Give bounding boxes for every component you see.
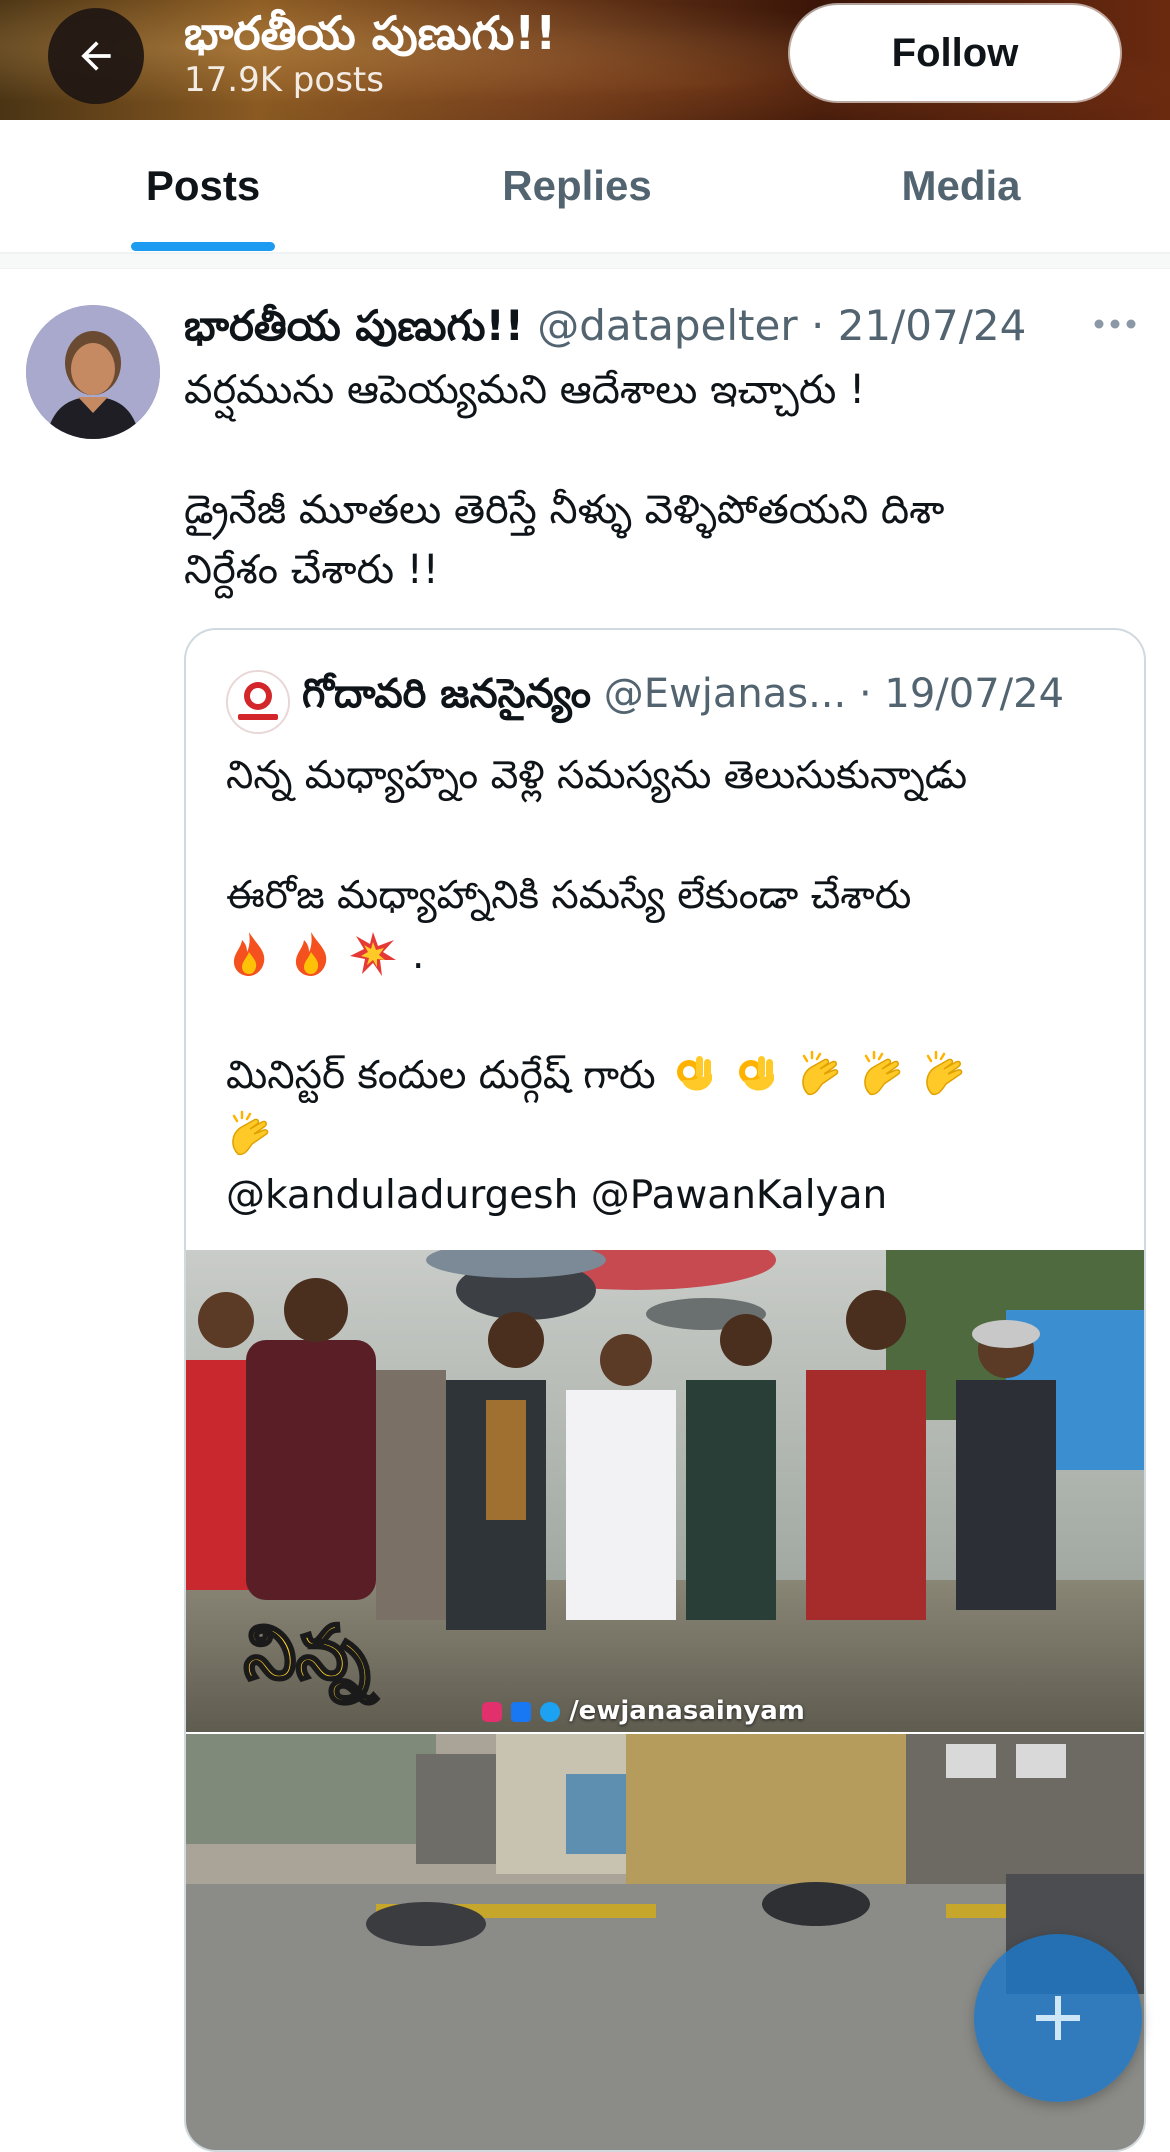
tab-posts[interactable]: Posts <box>62 120 344 252</box>
tweet-line: డ్రైనేజీ మూతలు తెరిస్తే నీళ్ళు వెళ్ళిపోత… <box>184 487 945 533</box>
quoted-emoji-line <box>226 1106 1106 1166</box>
quoted-separator: · <box>858 671 872 717</box>
quoted-line: నిన్న మధ్యాహ్నం వెళ్లి సమస్యను తెలుసుకున… <box>226 753 968 798</box>
more-horizontal-icon[interactable] <box>1093 314 1137 334</box>
tweet-text: వర్షమును ఆపెయ్యమని ఆదేశాలు ఇచ్చారు ! డ్ర… <box>184 360 1084 600</box>
media-caption: నిన్న <box>243 1609 372 1698</box>
tweet-separator: · <box>810 301 825 350</box>
flood-photo-2 <box>186 1734 1144 2150</box>
quoted-line: మినిస్టర్ కందుల దుర్గేష్ గారు <box>226 1046 1106 1106</box>
quoted-date[interactable]: 19/07/24 <box>884 671 1064 717</box>
profile-header: భారతీయ పుణుగు!! 17.9K posts Follow <box>0 0 1170 120</box>
tabs-divider <box>0 254 1170 269</box>
quoted-media-image[interactable]: నిన్న /ewjanasainyam <box>186 1250 1144 1732</box>
fire-emoji-icon <box>295 932 327 976</box>
quoted-line: ఈరోజ మధ్యాహ్నానికి సమస్యే లేకుండా చేశారు <box>226 873 912 918</box>
posts-count: 17.9K posts <box>184 60 384 100</box>
tweet-date[interactable]: 21/07/24 <box>838 301 1027 350</box>
quoted-line-text: మినిస్టర్ కందుల దుర్గేష్ గారు <box>226 1053 656 1098</box>
clapping-hands-emoji-icon <box>926 1050 963 1096</box>
avatar[interactable] <box>26 305 160 439</box>
quoted-author-name[interactable]: గోదావరి జనసైన్యం <box>302 671 591 717</box>
tweet-header: భారతీయ పుణుగు!! @datapelter · 21/07/24 <box>184 296 1084 356</box>
active-tab-indicator <box>131 242 275 251</box>
ok-hand-emoji-icon <box>739 1056 775 1091</box>
quoted-emoji-line: . <box>226 926 1106 986</box>
tweet-line: నిర్దేశం చేశారు !! <box>184 547 439 593</box>
quoted-line-suffix: . <box>412 933 425 978</box>
quoted-mentions[interactable]: @kanduladurgesh @PawanKalyan <box>226 1166 1106 1226</box>
quoted-author-handle[interactable]: @Ewjanas... <box>604 671 846 717</box>
fire-emoji-icon <box>233 932 265 976</box>
follow-button[interactable]: Follow <box>790 5 1120 101</box>
compose-button[interactable] <box>974 1934 1142 2102</box>
media-watermark: /ewjanasainyam <box>482 1696 805 1726</box>
profile-tabs: Posts Replies Media <box>0 120 1170 254</box>
tweet-line: వర్షమును ఆపెయ్యమని ఆదేశాలు ఇచ్చారు ! <box>184 367 866 413</box>
clapping-hands-emoji-icon <box>864 1050 901 1096</box>
quoted-media-image[interactable] <box>186 1734 1144 2150</box>
quoted-tweet-header: గోదావరి జనసైన్యం @Ewjanas... · 19/07/24 <box>302 664 1122 724</box>
ok-hand-emoji-icon <box>677 1056 713 1091</box>
plus-icon <box>1036 1996 1080 2040</box>
quoted-tweet-text: నిన్న మధ్యాహ్నం వెళ్లి సమస్యను తెలుసుకున… <box>226 746 1106 1226</box>
quoted-tweet-card[interactable]: గోదావరి జనసైన్యం @Ewjanas... · 19/07/24 … <box>184 628 1146 2152</box>
tab-media[interactable]: Media <box>820 120 1102 252</box>
party-logo-icon <box>228 672 288 732</box>
avatar-image <box>26 305 160 439</box>
back-button[interactable] <box>48 8 144 104</box>
tweet-author-handle[interactable]: @datapelter <box>537 301 797 350</box>
clapping-hands-emoji-icon <box>802 1050 839 1096</box>
arrow-left-icon <box>81 41 111 71</box>
collision-emoji-icon <box>350 932 396 976</box>
tab-replies[interactable]: Replies <box>436 120 718 252</box>
clapping-hands-emoji-icon <box>232 1110 269 1156</box>
quoted-avatar <box>226 670 290 734</box>
tweet-author-name[interactable]: భారతీయ పుణుగు!! <box>184 301 524 350</box>
